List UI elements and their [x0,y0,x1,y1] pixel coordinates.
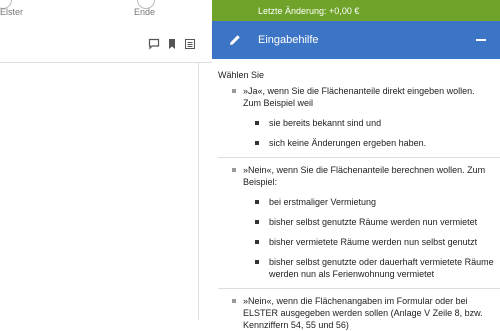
list-icon[interactable] [184,38,196,50]
help-content: Wählen Sie »Ja«, wenn Sie die Flächenant… [212,59,500,331]
help-option-text: »Nein«, wenn die Flächenangaben im Formu… [243,296,483,330]
pencil-icon [230,35,240,45]
step-elster-label: Elster [0,7,24,17]
pane-scroll-divider [198,62,199,320]
help-option-nein-formular: »Nein«, wenn die Flächenangaben im Formu… [218,295,500,331]
toolbar-divider [0,62,212,63]
help-panel: Letzte Änderung: +0,00 € Eingabehilfe Wä… [212,0,500,330]
help-sub-item: sich keine Änderungen ergeben haben. [243,137,495,149]
bookmark-icon[interactable] [166,38,178,50]
help-divider [218,288,500,289]
help-panel-title: Eingabehilfe [258,34,319,46]
help-option-text: »Ja«, wenn Sie die Flächenanteile direkt… [243,86,475,108]
help-sub-item: bei erstmaliger Vermietung [243,196,495,208]
last-change-text: Letzte Änderung: +0,00 € [258,5,360,16]
comment-icon[interactable] [148,38,160,50]
main-form-pane: Elster Ende [0,0,212,320]
help-intro: Wählen Sie [218,70,265,80]
help-option-text: »Nein«, wenn Sie die Flächenanteile bere… [243,165,486,187]
help-sub-item: sie bereits bekannt sind und [243,117,495,129]
collapse-icon[interactable] [476,39,486,41]
help-panel-header[interactable]: Eingabehilfe [212,21,500,59]
form-toolbar [148,38,196,50]
help-divider [218,157,500,158]
step-ende-label: Ende [134,7,156,17]
help-sub-item: bisher selbst genutzte oder dauerhaft ve… [243,256,495,280]
help-option-ja: »Ja«, wenn Sie die Flächenanteile direkt… [218,85,500,149]
help-sub-item: bisher selbst genutzte Räume werden nun … [243,216,495,228]
help-sub-item: bisher vermietete Räume werden nun selbs… [243,236,495,248]
help-option-nein-berechnen: »Nein«, wenn Sie die Flächenanteile bere… [218,164,500,280]
last-change-bar: Letzte Änderung: +0,00 € [212,0,500,21]
